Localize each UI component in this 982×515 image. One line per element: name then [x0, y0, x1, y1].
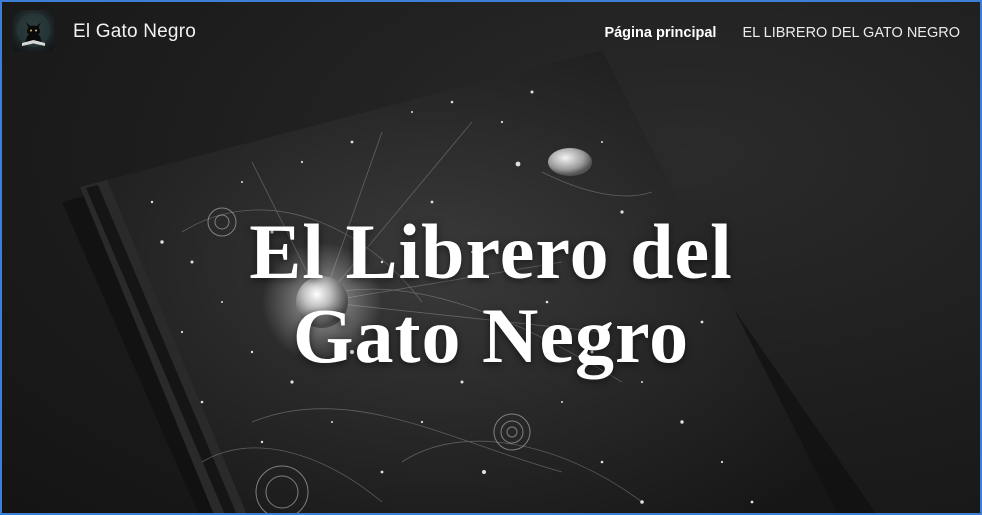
- hero-title: El Librero del Gato Negro: [2, 210, 980, 378]
- top-navbar: El Gato Negro Página principal EL LIBRER…: [2, 2, 980, 64]
- main-nav: Página principal EL LIBRERO DEL GATO NEG…: [604, 25, 960, 41]
- page-frame: El Gato Negro Página principal EL LIBRER…: [0, 0, 982, 515]
- hero-title-line-2: Gato Negro: [292, 292, 690, 379]
- hero-title-line-1: El Librero del: [249, 208, 733, 295]
- nav-item-librero[interactable]: EL LIBRERO DEL GATO NEGRO: [742, 25, 960, 41]
- nav-item-home[interactable]: Página principal: [604, 25, 716, 41]
- black-cat-logo-icon[interactable]: [13, 10, 54, 51]
- site-name-link[interactable]: El Gato Negro: [73, 21, 196, 43]
